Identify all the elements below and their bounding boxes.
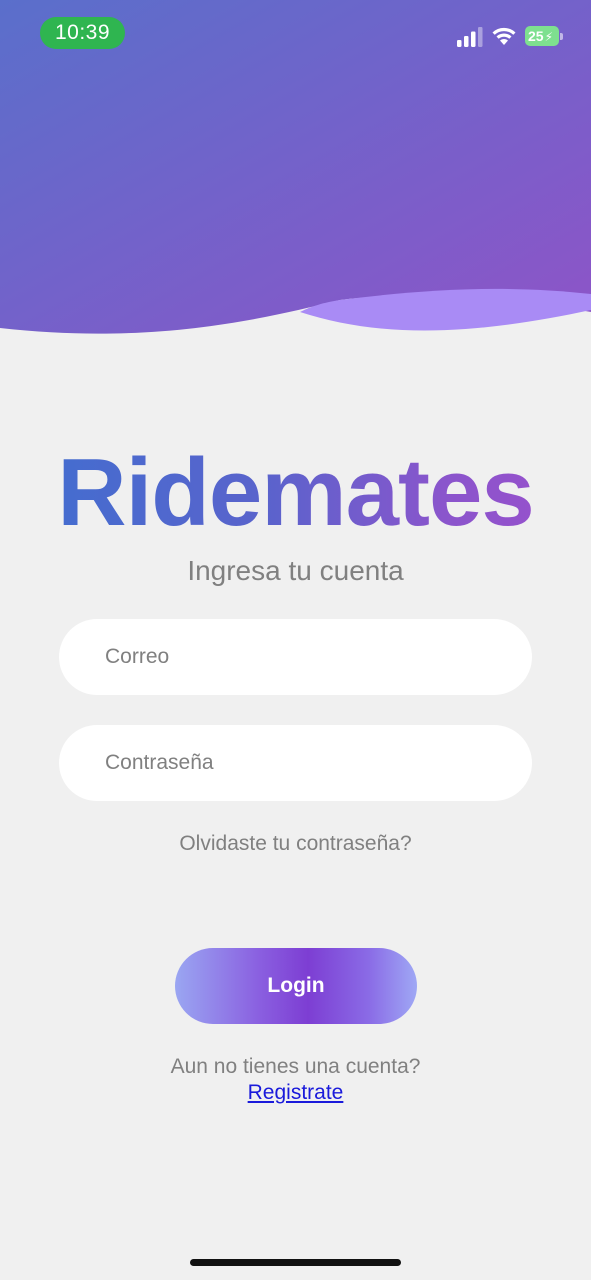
email-input[interactable] [59,619,532,695]
app-title: Ridemates [0,438,591,548]
home-indicator[interactable] [190,1259,401,1266]
battery-tip [560,33,563,40]
email-field[interactable] [59,619,532,695]
login-subtitle: Ingresa tu cuenta [187,555,404,586]
signal-icon [457,27,483,47]
status-time: 10:39 [40,17,125,49]
password-field[interactable] [59,725,532,801]
wifi-icon [492,27,516,45]
password-input[interactable] [59,725,532,801]
register-link[interactable]: Registrate [248,1081,344,1104]
login-button[interactable]: Login [175,948,417,1024]
bolt-icon: ⚡ [544,30,554,44]
battery-charging-icon: 25⚡ [525,26,563,46]
no-account-text: Aun no tienes una cuenta? [170,1055,421,1078]
battery-level: 25 [528,28,544,44]
status-bar: 10:39 25⚡ [0,0,591,66]
register-link-row: Registrate [0,1079,591,1107]
forgot-password-link[interactable]: Olvidaste tu contraseña? [0,830,591,858]
